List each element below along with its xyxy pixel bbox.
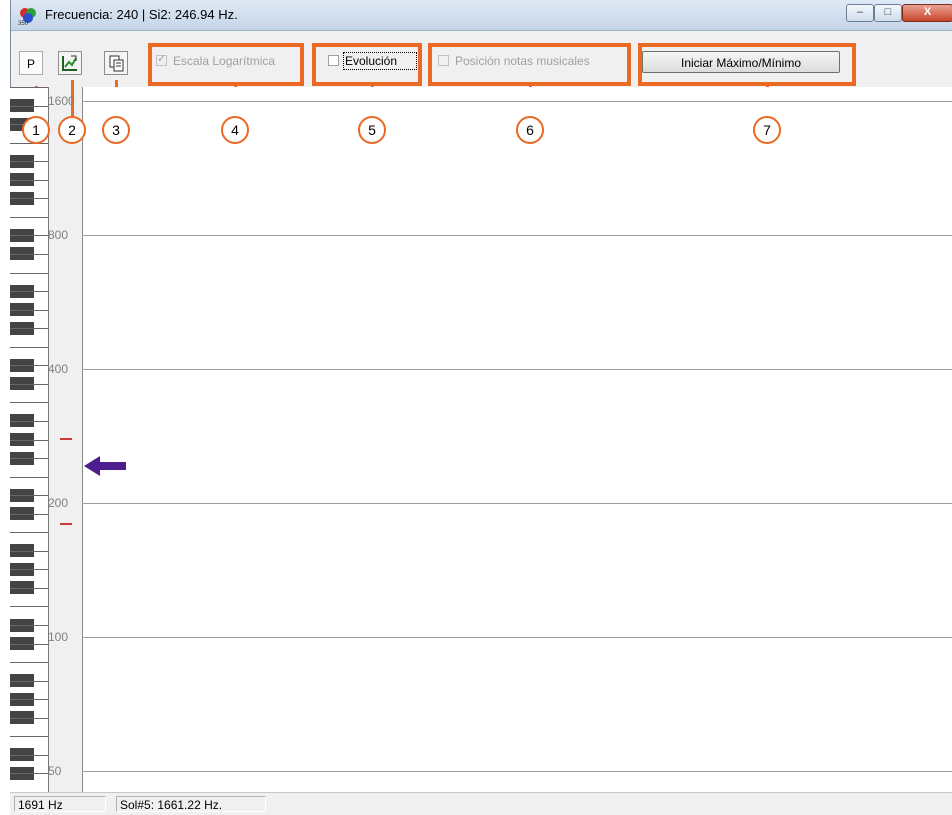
piano-white-key xyxy=(10,513,48,515)
maximize-icon: □ xyxy=(884,6,892,18)
status-note: Sol#5: 1661.22 Hz. xyxy=(116,796,266,812)
piano-white-key xyxy=(10,717,48,719)
piano-white-key xyxy=(10,458,48,460)
grid-line xyxy=(82,637,952,638)
piano-white-key xyxy=(10,272,48,274)
highlight-box-4 xyxy=(148,43,304,86)
piano-white-key xyxy=(10,216,48,218)
copy-icon xyxy=(109,55,124,72)
annotation-badge-2: 2 xyxy=(58,116,86,144)
piano-white-key xyxy=(10,587,48,589)
annotation-badge-1: 1 xyxy=(22,116,50,144)
piano-white-key xyxy=(10,625,48,627)
grid-line xyxy=(82,235,952,236)
grid-line xyxy=(82,369,952,370)
piano-white-key xyxy=(10,235,48,237)
title-bar: 350 Frecuencia: 240 | Si2: 246.94 Hz. – … xyxy=(11,0,952,31)
y-tick-label: 50 xyxy=(48,764,62,778)
piano-white-key xyxy=(10,142,48,144)
p-button-label: P xyxy=(26,57,35,71)
lower-range-tick xyxy=(60,523,72,525)
piano-white-key xyxy=(10,291,48,293)
piano-white-key xyxy=(10,680,48,682)
piano-white-key xyxy=(10,662,48,664)
copy-button[interactable] xyxy=(104,51,128,75)
chart-edit-button[interactable] xyxy=(58,51,82,75)
piano-white-key xyxy=(10,383,48,385)
y-tick-label: 1600 xyxy=(48,94,75,108)
piano-white-key xyxy=(10,309,48,311)
annotation-badge-5: 5 xyxy=(358,116,386,144)
piano-white-key xyxy=(10,161,48,163)
piano-white-key xyxy=(10,420,48,422)
maximize-button[interactable]: □ xyxy=(874,4,902,22)
piano-white-key xyxy=(10,365,48,367)
grid-line xyxy=(82,771,952,772)
annotation-badge-7: 7 xyxy=(753,116,781,144)
minimize-icon: – xyxy=(856,6,864,18)
piano-white-key xyxy=(10,253,48,255)
piano-white-key xyxy=(10,643,48,645)
piano-white-key xyxy=(10,569,48,571)
annotation-badge-4: 4 xyxy=(221,116,249,144)
piano-white-key xyxy=(10,550,48,552)
piano-white-key xyxy=(10,87,48,88)
piano-white-key xyxy=(10,532,48,534)
status-bar: 1691 Hz Sol#5: 1661.22 Hz. xyxy=(10,792,952,815)
close-button[interactable]: X xyxy=(902,4,952,22)
color-circles-icon: 350 xyxy=(18,8,36,26)
frequency-plot[interactable] xyxy=(82,87,952,792)
p-button[interactable]: P xyxy=(19,51,43,75)
piano-white-key xyxy=(10,773,48,775)
piano-white-key xyxy=(10,402,48,404)
upper-range-tick xyxy=(60,438,72,440)
highlight-box-5 xyxy=(312,43,422,86)
y-tick-label: 800 xyxy=(48,228,69,242)
svg-text:350: 350 xyxy=(18,21,29,26)
y-tick-label: 400 xyxy=(48,362,69,376)
piano-white-key xyxy=(10,736,48,738)
highlight-box-6 xyxy=(428,43,631,86)
close-icon: X xyxy=(923,6,932,18)
annotation-badge-6: 6 xyxy=(516,116,544,144)
minimize-button[interactable]: – xyxy=(846,4,874,22)
chart-edit-icon xyxy=(62,55,77,71)
grid-line xyxy=(82,101,952,102)
piano-white-key xyxy=(10,699,48,701)
piano-white-key xyxy=(10,754,48,756)
highlight-box-7 xyxy=(638,43,856,86)
y-tick-label: 100 xyxy=(48,630,69,644)
piano-white-key xyxy=(10,198,48,200)
frequency-pointer-arrow-icon xyxy=(84,456,126,476)
piano-white-key xyxy=(10,606,48,608)
piano-white-key xyxy=(10,105,48,107)
piano-keyboard xyxy=(10,87,49,792)
annotation-badge-3: 3 xyxy=(102,116,130,144)
piano-white-key xyxy=(10,179,48,181)
grid-line xyxy=(82,503,952,504)
piano-white-key xyxy=(10,495,48,497)
piano-white-key xyxy=(10,439,48,441)
status-max-frequency: 1691 Hz xyxy=(14,796,106,812)
piano-white-key xyxy=(10,476,48,478)
piano-white-key xyxy=(10,346,48,348)
piano-white-key xyxy=(10,328,48,330)
window-title: Frecuencia: 240 | Si2: 246.94 Hz. xyxy=(45,7,238,22)
y-tick-label: 200 xyxy=(48,496,69,510)
